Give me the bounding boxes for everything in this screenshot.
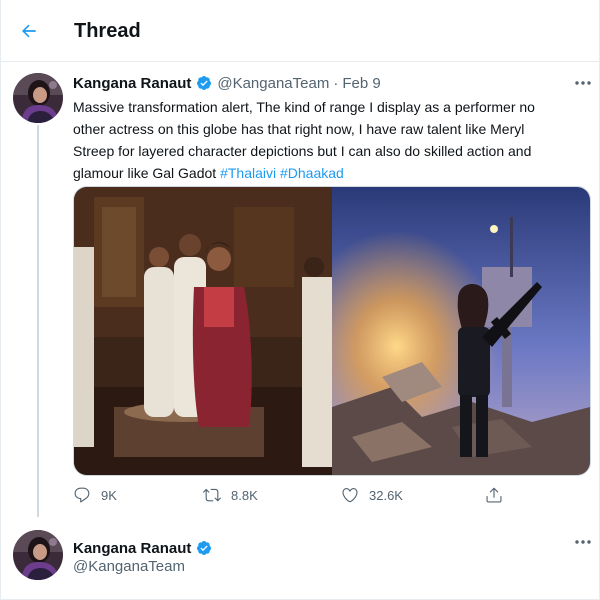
hashtag-link[interactable]: #Thalaivi: [220, 165, 276, 181]
tweet-text-line: Streep for layered character depictions …: [73, 143, 532, 159]
tweet-text-line: Massive transformation alert, The kind o…: [73, 99, 535, 115]
like-icon: [342, 488, 358, 503]
like-count: 32.6K: [369, 487, 403, 503]
more-button[interactable]: [571, 73, 595, 93]
avatar[interactable]: [13, 73, 63, 123]
tweet-actions: 9K 8.8K 32.6K: [73, 486, 503, 508]
reply-more-button[interactable]: [571, 532, 595, 552]
reply-author-row: Kangana Ranaut: [73, 538, 217, 558]
share-icon: [486, 487, 502, 503]
back-button[interactable]: [15, 17, 43, 45]
verified-badge-icon: [196, 75, 212, 91]
separator-dot: ·: [333, 74, 339, 92]
thread-header: Thread: [1, 0, 599, 62]
media-image-right[interactable]: [332, 187, 590, 475]
verified-badge-icon: [196, 540, 212, 556]
author-name[interactable]: Kangana Ranaut: [73, 75, 191, 92]
tweet-author-row: Kangana Ranaut @KanganaTeam · Feb 9: [73, 73, 381, 93]
reply-count: 9K: [101, 487, 117, 503]
reply-author-name[interactable]: Kangana Ranaut: [73, 540, 191, 557]
tweet-date[interactable]: Feb 9: [342, 75, 380, 92]
thread-connector-line: [37, 125, 39, 517]
retweet-button[interactable]: 8.8K: [203, 486, 258, 504]
tweet-text-line: other actress on this globe has that rig…: [73, 121, 525, 137]
hashtag-link[interactable]: #Dhaakad: [280, 165, 344, 181]
reply-avatar[interactable]: [13, 530, 63, 580]
reply-author-handle[interactable]: @KanganaTeam: [73, 558, 185, 575]
like-button[interactable]: 32.6K: [341, 486, 403, 504]
thread-page: Thread Kangana Ranaut @KanganaTeam · Feb…: [0, 0, 600, 600]
media-image-left[interactable]: [74, 187, 332, 475]
page-title: Thread: [74, 20, 141, 42]
tweet-media[interactable]: [73, 186, 591, 476]
reply-icon: [74, 487, 90, 503]
share-button[interactable]: [485, 486, 513, 504]
author-handle[interactable]: @KanganaTeam: [217, 75, 329, 92]
more-icon: [575, 540, 591, 544]
tweet-text-segment: glamour like Gal Gadot: [73, 165, 217, 181]
tweet-text-line-last: glamour like Gal Gadot #Thalaivi #Dhaaka…: [73, 162, 583, 184]
reply-button[interactable]: 9K: [73, 486, 117, 504]
tweet-text: Massive transformation alert, The kind o…: [73, 96, 583, 184]
more-icon: [575, 81, 591, 85]
retweet-count: 8.8K: [231, 487, 258, 503]
retweet-icon: [203, 488, 221, 502]
back-arrow-icon: [22, 24, 36, 38]
